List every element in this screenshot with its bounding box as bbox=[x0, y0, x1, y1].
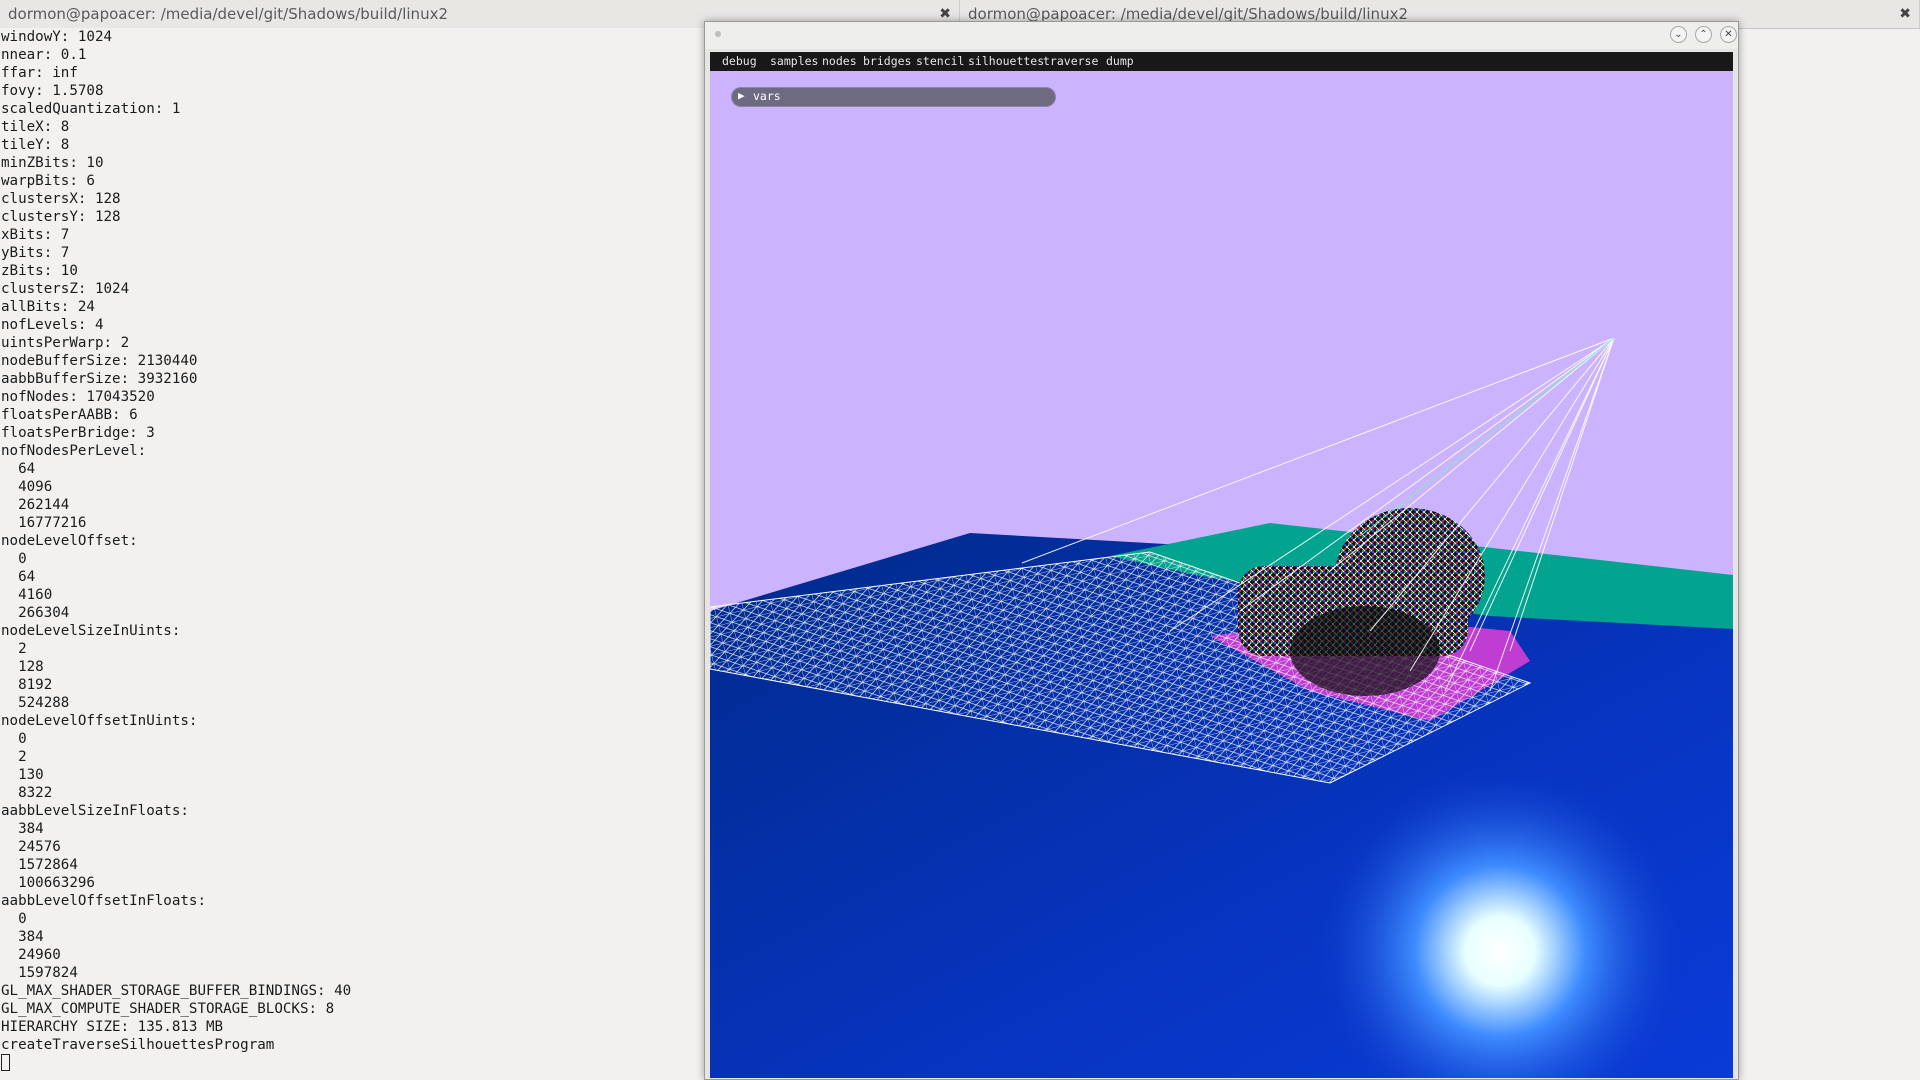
window-titlebar[interactable]: ⌄ ⌃ ✕ bbox=[705, 22, 1738, 49]
terminal-line: clustersX: 128 bbox=[1, 191, 121, 207]
terminal-line: 24576 bbox=[1, 839, 61, 855]
render-window[interactable]: ⌄ ⌃ ✕ debug samples nodes bridges stenci… bbox=[704, 21, 1739, 1080]
terminal-line: 100663296 bbox=[1, 875, 95, 891]
terminal-line: scaledQuantization: 1 bbox=[1, 101, 181, 117]
terminal-line: tileY: 8 bbox=[1, 137, 70, 153]
terminal-line: tileX: 8 bbox=[1, 119, 70, 135]
terminal-line: nodeLevelOffset: bbox=[1, 533, 138, 549]
terminal-line: uintsPerWarp: 2 bbox=[1, 335, 130, 351]
terminal-line: clustersZ: 1024 bbox=[1, 281, 130, 297]
terminal-cursor[interactable] bbox=[1, 1054, 10, 1071]
terminal-line: nodeLevelOffsetInUints: bbox=[1, 713, 198, 729]
menu-debug[interactable]: debug bbox=[722, 52, 757, 71]
terminal-line: floatsPerAABB: 6 bbox=[1, 407, 138, 423]
terminal-line: 64 bbox=[1, 461, 36, 477]
terminal-line: 262144 bbox=[1, 497, 70, 513]
window-menu-icon[interactable] bbox=[715, 31, 721, 37]
terminal-line: 384 bbox=[1, 821, 44, 837]
terminal-line: 4160 bbox=[1, 587, 53, 603]
terminal-line: 130 bbox=[1, 767, 44, 783]
terminal-line: 266304 bbox=[1, 605, 70, 621]
tab-title: dormon@papoacer: /media/devel/git/Shadow… bbox=[8, 5, 448, 23]
terminal-line: 1572864 bbox=[1, 857, 78, 873]
terminal-line: 16777216 bbox=[1, 515, 87, 531]
terminal-line: warpBits: 6 bbox=[1, 173, 95, 189]
terminal-line: zBits: 10 bbox=[1, 263, 78, 279]
terminal-line: 524288 bbox=[1, 695, 70, 711]
debug-menu-bar: debug samples nodes bridges stencil silh… bbox=[710, 52, 1733, 71]
terminal-line: nnear: 0.1 bbox=[1, 47, 87, 63]
terminal-line: 1597824 bbox=[1, 965, 78, 981]
menu-nodes[interactable]: nodes bbox=[822, 52, 857, 71]
maximize-button[interactable]: ⌃ bbox=[1695, 26, 1712, 43]
terminal-line: 8322 bbox=[1, 785, 53, 801]
terminal-line: 0 bbox=[1, 551, 27, 567]
terminal-line: minZBits: 10 bbox=[1, 155, 104, 171]
terminal-line: 128 bbox=[1, 659, 44, 675]
terminal-line: aabbLevelSizeInFloats: bbox=[1, 803, 189, 819]
terminal-line: 64 bbox=[1, 569, 36, 585]
close-icon[interactable]: ✖ bbox=[1899, 0, 1911, 28]
terminal-line: nodeBufferSize: 2130440 bbox=[1, 353, 198, 369]
expand-triangle-icon[interactable]: ▶ bbox=[738, 89, 745, 102]
terminal-line: aabbBufferSize: 3932160 bbox=[1, 371, 198, 387]
terminal-line: 2 bbox=[1, 641, 27, 657]
terminal-line: yBits: 7 bbox=[1, 245, 70, 261]
terminal-line: 24960 bbox=[1, 947, 61, 963]
terminal-line: aabbLevelOffsetInFloats: bbox=[1, 893, 206, 909]
3d-viewport[interactable]: ▶ vars bbox=[710, 71, 1733, 1078]
minimize-button[interactable]: ⌄ bbox=[1670, 26, 1687, 43]
terminal-line: allBits: 24 bbox=[1, 299, 95, 315]
terminal-line: clustersY: 128 bbox=[1, 209, 121, 225]
menu-traverse[interactable]: traverse bbox=[1043, 52, 1098, 71]
menu-samples[interactable]: samples bbox=[770, 52, 818, 71]
terminal-line: 4096 bbox=[1, 479, 53, 495]
menu-dump[interactable]: dump bbox=[1106, 52, 1134, 71]
terminal-line: 2 bbox=[1, 749, 27, 765]
menu-stencil[interactable]: stencil bbox=[916, 52, 964, 71]
terminal-line: 0 bbox=[1, 911, 27, 927]
terminal-line: fovy: 1.5708 bbox=[1, 83, 104, 99]
terminal-output[interactable]: windowY: 1024 nnear: 0.1 ffar: inf fovy: 1.… bbox=[0, 28, 705, 1080]
terminal-line: createTraverseSilhouettesProgram bbox=[1, 1037, 275, 1053]
terminal-line: nofNodesPerLevel: bbox=[1, 443, 147, 459]
terminal-line: nodeLevelSizeInUints: bbox=[1, 623, 181, 639]
vars-panel-collapsed[interactable]: ▶ vars bbox=[731, 87, 1056, 107]
menu-silhouettes[interactable]: silhouettes bbox=[968, 52, 1044, 71]
scene-render[interactable] bbox=[710, 71, 1733, 1078]
menu-bridges[interactable]: bridges bbox=[863, 52, 911, 71]
vars-label: vars bbox=[753, 89, 781, 103]
terminal-line: floatsPerBridge: 3 bbox=[1, 425, 155, 441]
terminal-line: 384 bbox=[1, 929, 44, 945]
terminal-line: 0 bbox=[1, 731, 27, 747]
terminal-line: nofNodes: 17043520 bbox=[1, 389, 155, 405]
terminal-prompt[interactable] bbox=[0, 1054, 705, 1072]
terminal-line: 8192 bbox=[1, 677, 53, 693]
terminal-line: xBits: 7 bbox=[1, 227, 70, 243]
terminal-line: ffar: inf bbox=[1, 65, 78, 81]
terminal-line: GL_MAX_COMPUTE_SHADER_STORAGE_BLOCKS: 8 bbox=[1, 1001, 335, 1017]
terminal-line: nofLevels: 4 bbox=[1, 317, 104, 333]
terminal-line: windowY: 1024 bbox=[1, 29, 113, 45]
terminal-line: HIERARCHY SIZE: 135.813 MB bbox=[1, 1019, 224, 1035]
terminal-line: GL_MAX_SHADER_STORAGE_BUFFER_BINDINGS: 4… bbox=[1, 983, 352, 999]
close-button[interactable]: ✕ bbox=[1720, 26, 1737, 43]
